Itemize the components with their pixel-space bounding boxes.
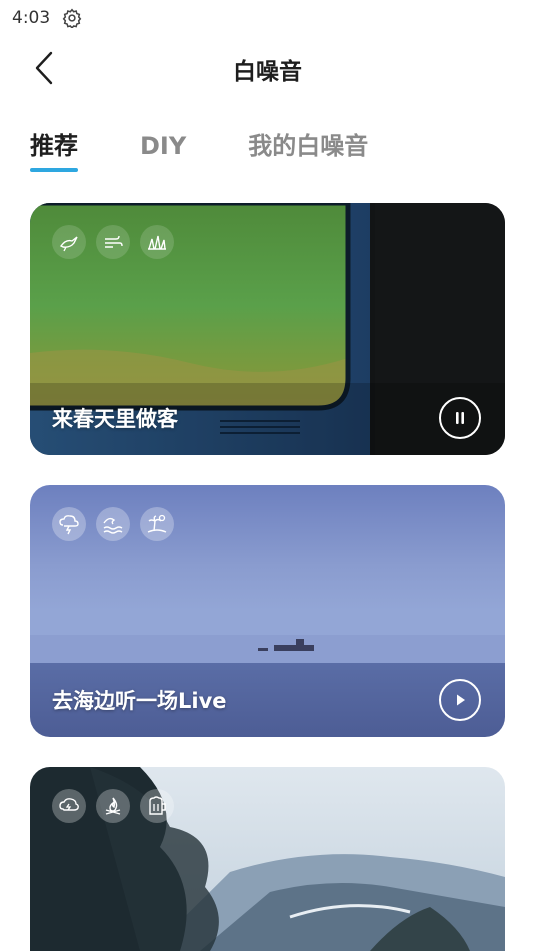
card-sound-icons <box>52 225 184 259</box>
thunder-cloud-icon <box>52 789 86 823</box>
beer-icon <box>140 789 174 823</box>
play-icon <box>457 694 465 706</box>
bird-icon <box>52 225 86 259</box>
tab-bar: 推荐 DIY 我的白噪音 <box>30 128 430 178</box>
wind-icon <box>96 225 130 259</box>
active-tab-indicator <box>30 168 78 172</box>
thunderstorm-icon <box>52 507 86 541</box>
grass-icon <box>140 225 174 259</box>
sound-card-snow-mountain[interactable] <box>30 767 505 951</box>
tab-my-white-noise[interactable]: 我的白噪音 <box>248 128 368 172</box>
tab-label: 推荐 <box>30 132 78 160</box>
status-time: 4:03 <box>12 8 51 28</box>
card-title: 来春天里做客 <box>52 407 178 431</box>
card-title: 去海边听一场Live <box>52 689 227 713</box>
beach-icon <box>140 507 174 541</box>
campfire-icon <box>96 789 130 823</box>
sound-card-seaside[interactable]: 去海边听一场Live <box>30 485 505 737</box>
tab-label: DIY <box>140 132 187 160</box>
card-sound-icons <box>52 789 184 823</box>
pause-button[interactable] <box>439 397 481 439</box>
nav-bar: 白噪音 <box>0 40 535 96</box>
gear-icon <box>62 8 82 28</box>
card-sound-icons <box>52 507 184 541</box>
waves-icon <box>96 507 130 541</box>
pause-icon <box>456 412 464 424</box>
sound-card-spring[interactable]: 来春天里做客 <box>30 203 505 455</box>
tab-diy[interactable]: DIY <box>140 128 186 172</box>
tab-label: 我的白噪音 <box>248 132 369 160</box>
page-title: 白噪音 <box>233 59 302 85</box>
play-button[interactable] <box>439 679 481 721</box>
tab-recommended[interactable]: 推荐 <box>30 128 78 172</box>
status-bar: 4:03 <box>0 0 535 36</box>
